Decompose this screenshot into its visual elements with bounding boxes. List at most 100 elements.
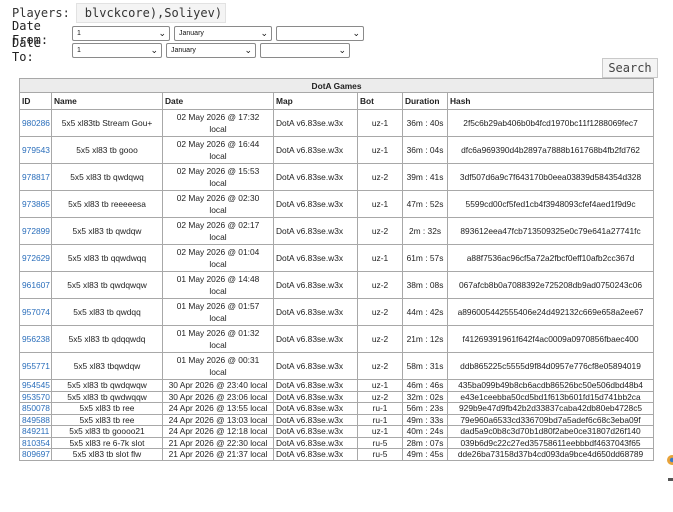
cell-date: 30 Apr 2026 @ 23:06 local [162,390,274,403]
cell-duration: 56m : 23s [402,402,448,415]
cell-hash: 3df507d6a9c7f643170b0eea03839d584354d328 [446,163,655,191]
cell-date: 02 May 2026 @ 02:30 local [162,190,274,218]
column-header-date: Date [162,92,274,110]
game-id-link[interactable]: 978817 [22,172,50,182]
date-from-day-select[interactable]: 1 ⌄ [72,25,170,41]
date-text: 30 Apr 2026 @ 23:40 local [168,380,268,391]
game-id-link[interactable]: 809697 [22,449,50,459]
cell-map: DotA v6.83se.w3x [273,109,358,137]
game-id-link[interactable]: 850078 [22,403,50,413]
game-id-link[interactable]: 972629 [22,253,50,263]
game-id-link[interactable]: 849588 [22,415,50,425]
date-suffix: local [209,286,227,296]
date-to-day-select[interactable]: 1 ⌄ [72,42,162,58]
date-text: 01 May 2026 @ 00:31 [176,355,260,365]
cell-id: 810354 [19,436,52,449]
table-row: 810354 5x5 xl83 re 6-7k slot 21 Apr 2026 @… [19,436,655,449]
cell-date: 24 Apr 2026 @ 13:03 local [162,413,274,426]
cell-duration: 36m : 40s [402,109,448,137]
app-icon[interactable] [664,450,673,490]
cell-name: 5x5 xl83 tb qwdqwq [51,163,163,191]
cell-date: 02 May 2026 @ 15:53 local [162,163,274,191]
cell-date: 01 May 2026 @ 14:48 local [162,271,274,299]
game-id-link[interactable]: 955771 [22,361,50,371]
date-suffix: local [209,367,227,377]
cell-hash: ddb865225c5555d9f84d0957e776cf8e05894019 [446,352,655,380]
players-input[interactable]: blvckcore),Soliyev) [75,3,226,23]
column-header-id: ID [19,92,52,110]
cell-id: 955771 [19,352,52,380]
cell-name: 5x5 xl83tb Stream Gou+ [51,109,163,137]
cell-bot: uz-1 [357,244,403,272]
cell-duration: 28m : 07s [402,436,448,449]
date-text: 24 Apr 2026 @ 13:55 local [168,403,268,414]
cell-date: 02 May 2026 @ 01:04 local [162,244,274,272]
cell-id: 850078 [19,402,52,415]
game-id-link[interactable]: 957074 [22,307,50,317]
game-id-link[interactable]: 973865 [22,199,50,209]
cell-map: DotA v6.83se.w3x [273,217,358,245]
date-to-year-select[interactable]: ⌄ [260,42,350,58]
game-id-link[interactable]: 979543 [22,145,50,155]
chevron-down-icon: ⌄ [150,44,158,55]
date-text: 02 May 2026 @ 16:44 [176,139,260,149]
date-suffix: local [209,340,227,350]
date-to-filter: Date To: 1 ⌄ January ⌄ ⌄ [12,36,350,64]
cell-hash: f41269391961f642f4ac0009a0970856fbaec400 [446,325,655,353]
cell-duration: 58m : 31s [402,352,448,380]
cell-map: DotA v6.83se.w3x [273,436,358,449]
date-from-month-select[interactable]: January ⌄ [174,25,272,41]
game-id-link[interactable]: 972899 [22,226,50,236]
cell-date: 21 Apr 2026 @ 21:37 local [162,448,274,461]
cell-name: 5x5 xl83 tb qwdqwqw [51,271,163,299]
cell-name: 5x5 xl83 tb qdqqwdq [51,325,163,353]
game-id-link[interactable]: 953570 [22,392,50,402]
chevron-down-icon: ⌄ [158,27,166,38]
cell-id: 980286 [19,109,52,137]
date-text: 02 May 2026 @ 17:32 [176,112,260,122]
table-row: 978817 5x5 xl83 tb qwdqwq 02 May 2026 @ 15… [19,163,655,191]
game-id-link[interactable]: 810354 [22,438,50,448]
cell-date: 01 May 2026 @ 01:32 local [162,325,274,353]
cell-bot: uz-2 [357,390,403,403]
cell-name: 5x5 xl83 tbqwdqw [51,352,163,380]
date-from-day-value: 1 [77,29,81,37]
column-header-hash: Hash [446,92,655,110]
chevron-down-icon: ⌄ [352,27,360,38]
date-from-year-select[interactable]: ⌄ [276,25,364,41]
cell-name: 5x5 xl83 tb gooo [51,136,163,164]
cell-duration: 49m : 33s [402,413,448,426]
date-to-month-select[interactable]: January ⌄ [166,42,256,58]
cell-hash: 5599cd00cf5fed1cb4f3948093cfef4aed1f9d9c [446,190,655,218]
date-suffix: local [209,232,227,242]
cell-date: 24 Apr 2026 @ 13:55 local [162,402,274,415]
game-id-link[interactable]: 956238 [22,334,50,344]
cell-map: DotA v6.83se.w3x [273,352,358,380]
game-id-link[interactable]: 954545 [22,380,50,390]
cell-duration: 46m : 46s [402,379,448,392]
cell-date: 21 Apr 2026 @ 22:30 local [162,436,274,449]
players-label: Players: [12,6,70,20]
cell-bot: uz-2 [357,352,403,380]
cell-map: DotA v6.83se.w3x [273,448,358,461]
cell-hash: e43e1ceebba50cd5bd1f613b601fd15d741bb2ca [446,390,655,403]
game-id-link[interactable]: 961607 [22,280,50,290]
cell-duration: 61m : 57s [402,244,448,272]
cell-bot: ru-1 [357,413,403,426]
search-button[interactable]: Search [602,58,658,78]
cell-name: 5x5 xl83 tb ree [51,402,163,415]
cell-hash: 2f5c6b29ab406b0b4fcd1970bc11f1288069fec7 [446,109,655,137]
cell-duration: 2m : 32s [402,217,448,245]
game-id-link[interactable]: 849211 [22,426,49,436]
date-suffix: local [209,259,227,269]
cell-bot: uz-1 [357,109,403,137]
cell-map: DotA v6.83se.w3x [273,402,358,415]
date-text: 21 Apr 2026 @ 21:37 local [168,449,268,460]
cell-map: DotA v6.83se.w3x [273,244,358,272]
date-text: 02 May 2026 @ 02:30 [176,193,260,203]
cell-hash: 067afcb8b0a7088392e725208db9ad0750243c06 [446,271,655,299]
game-id-link[interactable]: 980286 [22,118,50,128]
cell-date: 02 May 2026 @ 02:17 local [162,217,274,245]
cell-name: 5x5 xl83 tb ree [51,413,163,426]
table-row: 957074 5x5 xl83 tb qwdqq 01 May 2026 @ 01:… [19,298,655,326]
